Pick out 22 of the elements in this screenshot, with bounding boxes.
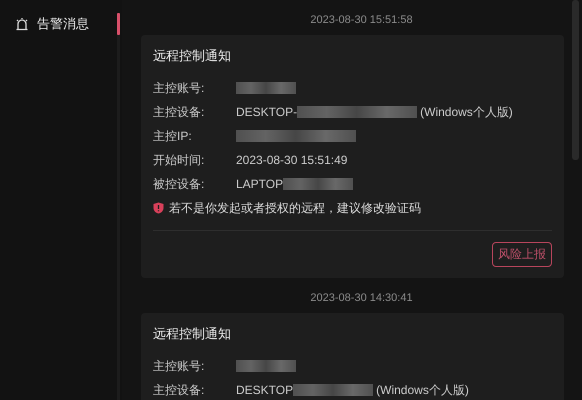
message-time: 2023-08-30 14:30:41 — [310, 291, 413, 306]
warning-text: 若不是你发起或者授权的远程，建议修改验证码 — [169, 200, 421, 216]
field-value: LAPTOP — [236, 177, 284, 191]
field-value: DESKTOP — [236, 383, 294, 397]
field-value: (Windows个人版) — [376, 382, 469, 398]
field-label: 被控设备: — [153, 176, 204, 190]
alarm-icon — [15, 17, 29, 31]
field-label: 主控IP: — [153, 128, 192, 142]
report-risk-button[interactable]: 风险上报 — [492, 242, 552, 267]
shield-icon — [153, 202, 164, 214]
field-value: DESKTOP- — [236, 105, 298, 119]
field-label: 主控设备: — [153, 382, 204, 396]
field-label: 开始时间: — [153, 152, 204, 166]
field-value: 2023-08-30 15:51:49 — [236, 153, 348, 167]
sidebar-item[interactable]: 告警消息 — [0, 0, 122, 34]
field-label: 主控账号: — [153, 80, 204, 94]
message-title: 远程控制通知 — [153, 325, 231, 343]
message-title: 远程控制通知 — [153, 47, 231, 65]
field-value: (Windows个人版) — [420, 104, 513, 120]
message-time: 2023-08-30 15:51:58 — [310, 13, 413, 28]
field-label: 主控账号: — [153, 358, 204, 372]
field-label: 主控设备: — [153, 104, 204, 118]
